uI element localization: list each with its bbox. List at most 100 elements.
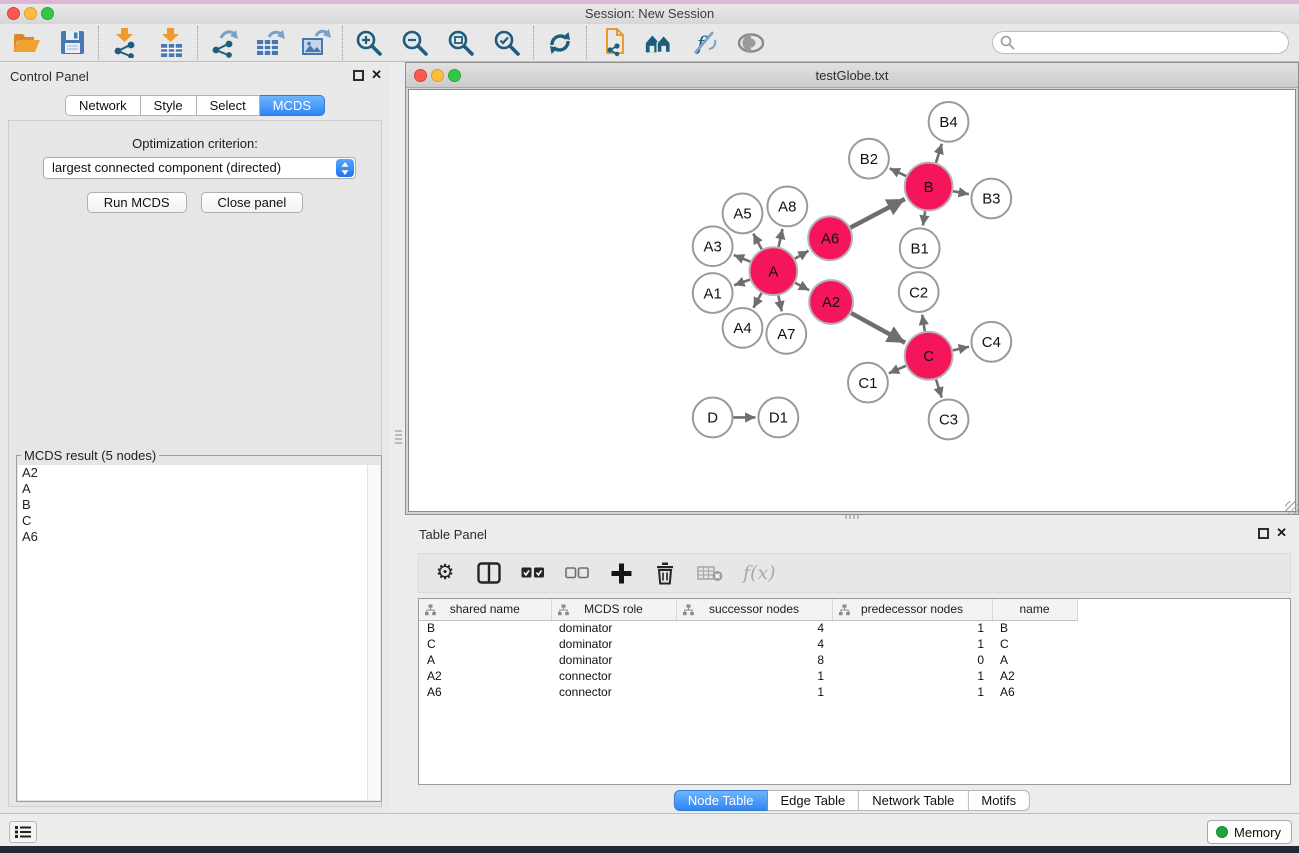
column-header-predecessor-nodes[interactable]: predecessor nodes [832, 599, 992, 620]
memory-button[interactable]: Memory [1207, 820, 1292, 844]
tab-network[interactable]: Network [65, 95, 141, 116]
graph-edge-C-C2[interactable] [922, 315, 925, 331]
tab-network-table[interactable]: Network Table [859, 790, 968, 811]
close-window-button[interactable] [7, 7, 20, 20]
column-header-successor-nodes[interactable]: successor nodes [676, 599, 832, 620]
float-panel-icon[interactable] [353, 70, 364, 81]
graph-edge-A-A6[interactable] [795, 251, 809, 259]
export-table-icon[interactable] [255, 28, 285, 58]
tab-mcds[interactable]: MCDS [260, 95, 325, 116]
export-network-icon[interactable] [209, 28, 239, 58]
eye-icon[interactable] [736, 28, 766, 58]
criterion-dropdown[interactable]: largest connected component (directed) [43, 157, 356, 179]
graph-node-label: A8 [778, 199, 796, 216]
save-session-icon[interactable] [57, 28, 87, 58]
graph-edge-C-C1[interactable] [889, 366, 906, 374]
zoom-window-button[interactable] [41, 7, 54, 20]
table-cell: connector [551, 668, 676, 684]
deselect-all-columns-icon[interactable] [565, 559, 589, 587]
mcds-result-item[interactable]: A6 [18, 529, 380, 545]
hide-details-icon[interactable]: f [690, 28, 720, 58]
add-column-icon[interactable] [609, 559, 633, 587]
network-zoom-button[interactable] [448, 69, 461, 82]
zoom-selected-icon[interactable] [492, 28, 522, 58]
graph-edge-A6-B[interactable] [850, 199, 904, 228]
zoom-fit-icon[interactable] [446, 28, 476, 58]
table-row[interactable]: Bdominator41B [419, 620, 1290, 636]
mcds-result-item[interactable]: A2 [18, 465, 380, 481]
graph-node-label: A6 [821, 231, 839, 248]
graph-edge-A-A4[interactable] [753, 293, 761, 308]
mcds-result-item[interactable]: B [18, 497, 380, 513]
vertical-split-handle[interactable] [395, 430, 402, 446]
column-header-shared-name[interactable]: shared name [419, 599, 551, 620]
table-row[interactable]: A6connector11A6 [419, 684, 1290, 700]
tab-style[interactable]: Style [141, 95, 197, 116]
graph-edge-C-C3[interactable] [936, 379, 942, 397]
graph-node-label: C1 [858, 375, 877, 392]
memory-status-icon [1216, 826, 1228, 838]
close-panel-icon[interactable]: ✕ [371, 67, 382, 83]
minimize-window-button[interactable] [24, 7, 37, 20]
network-close-button[interactable] [414, 69, 427, 82]
node-table[interactable]: shared nameMCDS rolesuccessor nodesprede… [418, 598, 1291, 785]
graph-edge-A2-C[interactable] [851, 313, 905, 343]
network-canvas[interactable]: B4B2BB3A8A5A6A3B1AC2A1A2A4A7C4CC1DD1C3 [408, 89, 1296, 512]
delete-column-icon[interactable] [653, 559, 677, 587]
table-row[interactable]: A2connector11A2 [419, 668, 1290, 684]
tab-edge-table[interactable]: Edge Table [767, 790, 859, 811]
graph-edge-B-B2[interactable] [890, 168, 906, 176]
table-header-row[interactable]: shared nameMCDS rolesuccessor nodesprede… [419, 599, 1290, 620]
graph-edge-A-A5[interactable] [753, 234, 761, 250]
memory-label: Memory [1234, 825, 1281, 840]
select-all-columns-icon[interactable] [521, 559, 545, 587]
network-window-titlebar[interactable]: testGlobe.txt [406, 63, 1298, 88]
import-network-icon[interactable] [110, 28, 140, 58]
network-file-icon[interactable] [598, 28, 628, 58]
zoom-out-icon[interactable] [400, 28, 430, 58]
table-row[interactable]: Adominator80A [419, 652, 1290, 668]
graph-edge-B-B1[interactable] [923, 211, 925, 225]
list-scrollbar[interactable] [367, 465, 380, 800]
open-session-icon[interactable] [11, 28, 41, 58]
column-header-MCDS-role[interactable]: MCDS role [551, 599, 676, 620]
settings-gear-icon[interactable]: ⚙ [433, 559, 457, 587]
table-row[interactable]: Cdominator41C [419, 636, 1290, 652]
delete-table-icon[interactable] [697, 559, 723, 587]
function-builder-icon[interactable]: f(x) [743, 559, 776, 587]
export-image-icon[interactable] [301, 28, 331, 58]
column-header-name[interactable]: name [992, 599, 1077, 620]
graph-edge-A-A7[interactable] [778, 296, 781, 312]
mcds-result-item[interactable]: A [18, 481, 380, 497]
task-history-button[interactable] [9, 821, 37, 843]
tab-select[interactable]: Select [197, 95, 260, 116]
network-window-title: testGlobe.txt [406, 63, 1298, 88]
graph-edge-A-A3[interactable] [734, 255, 751, 262]
resize-grip[interactable] [1285, 501, 1298, 514]
column-management-icon[interactable] [477, 559, 501, 587]
run-mcds-button[interactable]: Run MCDS [87, 192, 187, 213]
table-cell: dominator [551, 652, 676, 668]
zoom-in-icon[interactable] [354, 28, 384, 58]
graph-edge-A-A8[interactable] [779, 229, 783, 247]
table-float-panel-icon[interactable] [1258, 528, 1269, 539]
tab-motifs[interactable]: Motifs [968, 790, 1030, 811]
graph-edge-B-B4[interactable] [936, 144, 942, 163]
mcds-result-item[interactable]: C [18, 513, 380, 529]
refresh-icon[interactable] [545, 28, 575, 58]
graph-edge-A-A2[interactable] [795, 283, 809, 290]
search-input[interactable] [992, 31, 1289, 54]
graph-edge-B-B3[interactable] [953, 191, 969, 194]
tab-node-table[interactable]: Node Table [674, 790, 768, 811]
graph-edge-C-C4[interactable] [953, 347, 969, 351]
import-table-icon[interactable] [156, 28, 186, 58]
horizontal-split-handle[interactable] [845, 515, 861, 519]
close-panel-button[interactable]: Close panel [201, 192, 304, 213]
graph-edge-A-A1[interactable] [734, 280, 750, 286]
graph-node-label: A4 [733, 320, 751, 337]
network-minimize-button[interactable] [431, 69, 444, 82]
home-icon[interactable] [644, 28, 674, 58]
status-bar: Memory [0, 813, 1299, 846]
table-cell: 1 [676, 684, 832, 700]
table-close-panel-icon[interactable]: ✕ [1276, 525, 1287, 541]
